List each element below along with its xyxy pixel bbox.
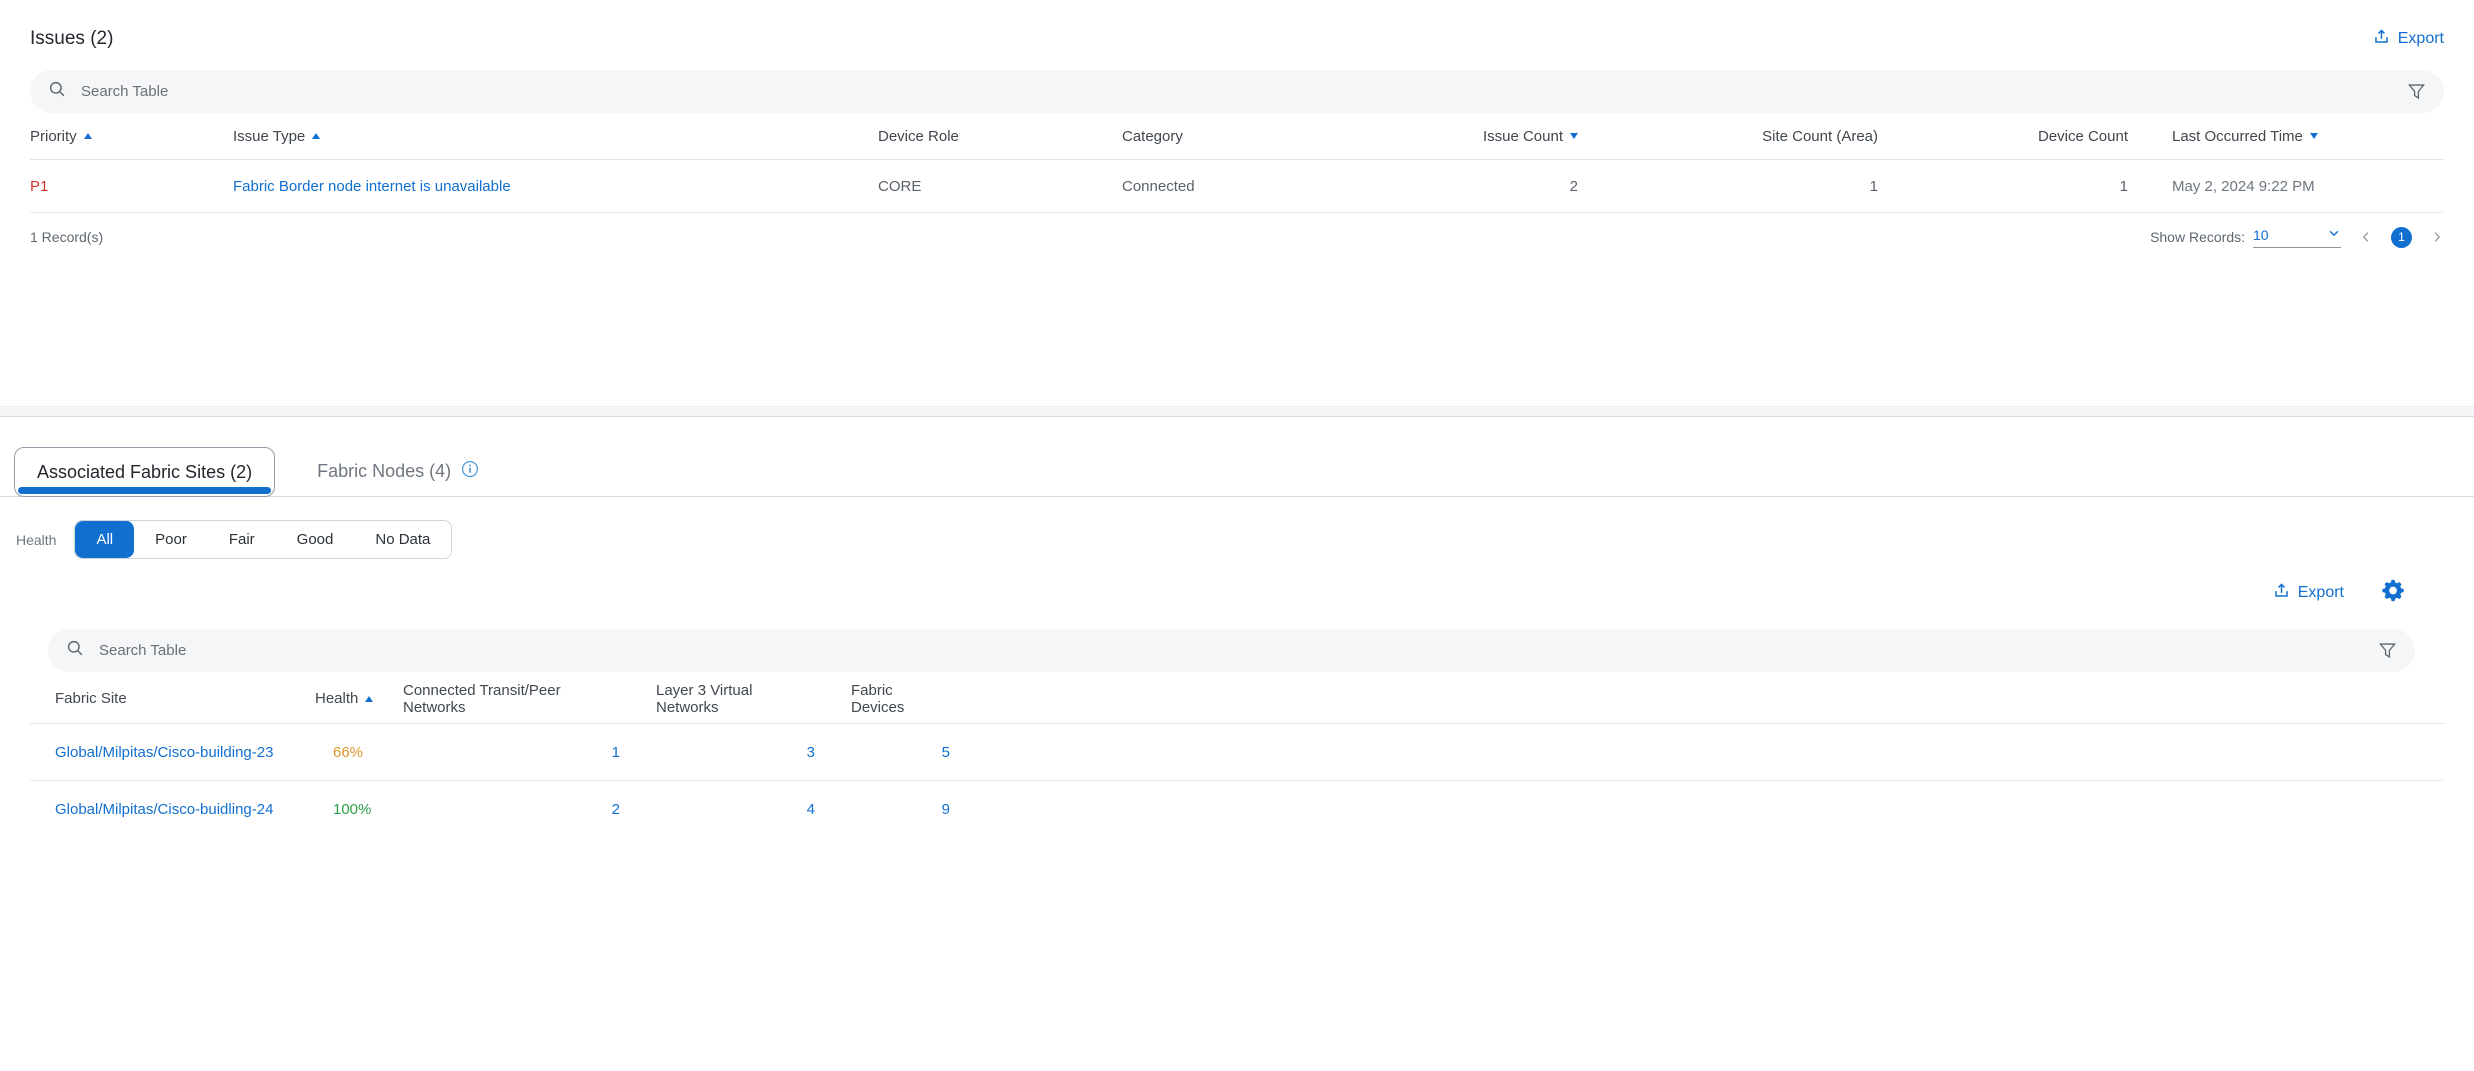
site-count-cell: 1 [1578, 178, 1878, 195]
health-option-good[interactable]: Good [276, 521, 355, 558]
transit-count-link[interactable]: 2 [612, 801, 620, 818]
health-value: 66% [315, 744, 403, 761]
col-site-count[interactable]: Site Count (Area) [1578, 128, 1878, 145]
tab-associated-fabric-sites[interactable]: Associated Fabric Sites (2) [14, 447, 275, 497]
pagination: Show Records: 10 1 [2150, 226, 2444, 248]
health-filter: Health All Poor Fair Good No Data [0, 520, 2474, 559]
sort-asc-icon [84, 133, 92, 139]
device-role-cell: CORE [878, 178, 1122, 195]
current-page-button[interactable]: 1 [2391, 227, 2412, 248]
chevron-right-icon[interactable] [2430, 230, 2444, 244]
tab-bar: Associated Fabric Sites (2) Fabric Nodes… [0, 447, 2474, 497]
fabric-sites-table: Fabric Site Health Connected Transit/Pee… [30, 674, 2444, 838]
chevron-left-icon[interactable] [2359, 230, 2373, 244]
search-placeholder: Search Table [81, 83, 2393, 100]
issues-table-footer: 1 Record(s) Show Records: 10 1 [30, 225, 2444, 249]
l3vn-count-link[interactable]: 4 [807, 801, 815, 818]
issues-table-row: P1 Fabric Border node internet is unavai… [30, 160, 2444, 213]
search-placeholder: Search Table [99, 642, 2364, 659]
filter-icon[interactable] [2407, 82, 2426, 101]
fabric-toolbar: Export [0, 580, 2474, 606]
section-divider [0, 406, 2474, 417]
issues-table-header: Priority Issue Type Device Role Category… [30, 113, 2444, 160]
issue-count-cell: 2 [1455, 178, 1578, 195]
col-issue-count[interactable]: Issue Count [1455, 128, 1578, 145]
sort-asc-icon [365, 696, 373, 702]
issues-search-bar[interactable]: Search Table [30, 70, 2444, 113]
chevron-down-icon [2327, 226, 2341, 243]
info-icon [461, 460, 479, 483]
issues-titlebar: Issues (2) Export [30, 26, 2444, 52]
fabric-table-header: Fabric Site Health Connected Transit/Pee… [30, 674, 2444, 724]
col-fabric-site[interactable]: Fabric Site [30, 690, 315, 707]
fabric-site-link[interactable]: Global/Milpitas/Cisco-building-23 [55, 744, 273, 761]
transit-count-link[interactable]: 1 [612, 744, 620, 761]
col-device-role[interactable]: Device Role [878, 128, 1122, 145]
col-issue-type[interactable]: Issue Type [233, 128, 878, 145]
priority-cell: P1 [30, 178, 233, 195]
col-transit-networks[interactable]: Connected Transit/Peer Networks [403, 682, 620, 716]
health-filter-label: Health [16, 532, 56, 548]
export-icon [2273, 582, 2290, 604]
col-device-count[interactable]: Device Count [1878, 128, 2128, 145]
col-l3-virtual-networks[interactable]: Layer 3 Virtual Networks [620, 682, 815, 716]
fabric-search-bar[interactable]: Search Table [48, 629, 2415, 672]
sort-asc-icon [312, 133, 320, 139]
fabric-table-row: Global/Milpitas/Cisco-buidling-24 100% 2… [30, 781, 2444, 838]
sort-desc-icon [2310, 133, 2318, 139]
fabric-export-button[interactable]: Export [2273, 582, 2344, 604]
issues-section: Issues (2) Export Search Table Priority [0, 26, 2474, 249]
search-icon [48, 80, 67, 104]
page-title: Issues (2) [30, 28, 113, 50]
health-option-fair[interactable]: Fair [208, 521, 276, 558]
category-cell: Connected [1122, 178, 1455, 195]
col-priority[interactable]: Priority [30, 128, 233, 145]
fabric-section: Associated Fabric Sites (2) Fabric Nodes… [0, 447, 2474, 838]
health-value: 100% [315, 801, 403, 818]
issue-type-link[interactable]: Fabric Border node internet is unavailab… [233, 178, 511, 195]
last-occurred-cell: May 2, 2024 9:22 PM [2128, 178, 2444, 195]
gear-icon[interactable] [2380, 578, 2405, 608]
record-count: 1 Record(s) [30, 229, 103, 245]
fabric-site-link[interactable]: Global/Milpitas/Cisco-buidling-24 [55, 801, 273, 818]
sort-desc-icon [1570, 133, 1578, 139]
tab-fabric-nodes[interactable]: Fabric Nodes (4) [275, 447, 521, 496]
health-option-poor[interactable]: Poor [134, 521, 208, 558]
health-option-no-data[interactable]: No Data [354, 521, 451, 558]
health-option-all[interactable]: All [75, 521, 134, 558]
col-fabric-devices[interactable]: Fabric Devices [815, 682, 950, 716]
page-size-select[interactable]: 10 [2253, 226, 2341, 248]
export-label: Export [2398, 30, 2444, 48]
page-size-value: 10 [2253, 227, 2269, 243]
device-count-cell: 1 [1878, 178, 2128, 195]
device-count-link[interactable]: 5 [942, 744, 950, 761]
col-category[interactable]: Category [1122, 128, 1455, 145]
health-segmented-control: All Poor Fair Good No Data [74, 520, 452, 559]
l3vn-count-link[interactable]: 3 [807, 744, 815, 761]
export-icon [2373, 28, 2390, 50]
device-count-link[interactable]: 9 [942, 801, 950, 818]
filter-icon[interactable] [2378, 641, 2397, 660]
fabric-table-row: Global/Milpitas/Cisco-building-23 66% 1 … [30, 724, 2444, 781]
issues-export-button[interactable]: Export [2373, 28, 2444, 50]
search-icon [66, 639, 85, 663]
show-records-label: Show Records: [2150, 229, 2245, 245]
col-health[interactable]: Health [315, 690, 403, 707]
col-last-occurred[interactable]: Last Occurred Time [2128, 128, 2444, 145]
export-label: Export [2298, 584, 2344, 602]
